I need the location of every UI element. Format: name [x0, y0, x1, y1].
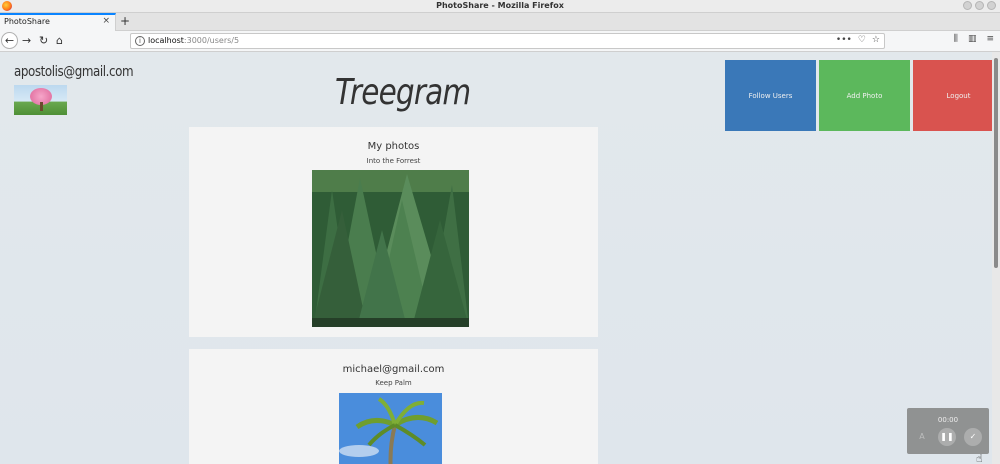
tab-label: PhotoShare	[4, 17, 50, 26]
finish-recording-button[interactable]: ✓	[964, 428, 982, 446]
palm-photo[interactable]	[339, 393, 442, 464]
back-button[interactable]: ←	[1, 32, 18, 49]
url-tools: ••• ♡ ☆	[836, 35, 880, 45]
close-tab-icon[interactable]: ×	[102, 16, 110, 26]
window-controls	[963, 1, 996, 10]
maximize-icon[interactable]	[975, 1, 984, 10]
screen-recorder-widget: 00:00 A ❚❚ ✓	[907, 408, 989, 454]
avatar	[14, 85, 67, 115]
toolbar-right: ⫼ ▥ ≡	[954, 34, 994, 44]
photo-card: My photos Into the Forrest	[189, 127, 598, 337]
annotate-icon[interactable]: A	[913, 428, 931, 446]
card-title: My photos	[367, 141, 420, 152]
url-bar[interactable]: i localhost:3000/users/5 ••• ♡ ☆	[130, 33, 885, 49]
sidebar-icon[interactable]: ▥	[968, 34, 977, 44]
url-host: localhost	[148, 36, 184, 45]
tree-trunk	[40, 102, 43, 111]
pause-recording-button[interactable]: ❚❚	[938, 428, 956, 446]
tab-photoshare[interactable]: PhotoShare ×	[0, 13, 116, 31]
photo-caption: Keep Palm	[375, 379, 412, 387]
window-titlebar: PhotoShare - Mozilla Firefox	[0, 0, 1000, 13]
forest-photo[interactable]	[312, 170, 469, 327]
scrollbar-thumb[interactable]	[994, 58, 998, 268]
home-button[interactable]: ⌂	[56, 34, 63, 48]
site-info-icon[interactable]: i	[135, 36, 145, 46]
action-buttons: Follow Users Add Photo Logout	[725, 60, 992, 131]
url-text: localhost:3000/users/5	[148, 36, 239, 45]
url-path: :3000/users/5	[183, 36, 240, 45]
page-content: apostolis@gmail.com Treegram Follow User…	[0, 52, 992, 464]
reload-button[interactable]: ↻	[39, 34, 48, 48]
forest-image	[312, 170, 469, 327]
bookmark-star-icon[interactable]: ☆	[872, 35, 880, 45]
navigation-bar: ← → ↻ ⌂ i localhost:3000/users/5 ••• ♡ ☆…	[0, 31, 1000, 52]
forward-button[interactable]: →	[22, 34, 31, 48]
follow-users-button[interactable]: Follow Users	[725, 60, 816, 131]
page-actions-icon[interactable]: •••	[836, 35, 852, 45]
current-user-email: apostolis@gmail.com	[14, 64, 134, 80]
close-window-icon[interactable]	[987, 1, 996, 10]
page-title: Treegram	[335, 72, 471, 113]
tab-strip: PhotoShare × +	[0, 13, 1000, 31]
add-photo-button[interactable]: Add Photo	[819, 60, 910, 131]
photo-card: michael@gmail.com Keep Palm	[189, 349, 598, 464]
palm-image	[339, 393, 442, 464]
window-title: PhotoShare - Mozilla Firefox	[436, 1, 564, 10]
new-tab-button[interactable]: +	[120, 14, 130, 28]
library-icon[interactable]: ⫼	[954, 34, 958, 44]
logout-button[interactable]: Logout	[913, 60, 992, 131]
pocket-icon[interactable]: ♡	[858, 35, 866, 45]
recording-timer: 00:00	[937, 416, 959, 424]
menu-icon[interactable]: ≡	[986, 34, 994, 44]
card-title: michael@gmail.com	[342, 364, 445, 375]
mouse-cursor-icon: ☝	[976, 452, 983, 464]
photo-caption: Into the Forrest	[366, 157, 421, 165]
minimize-icon[interactable]	[963, 1, 972, 10]
page-scrollbar[interactable]	[992, 52, 1000, 464]
